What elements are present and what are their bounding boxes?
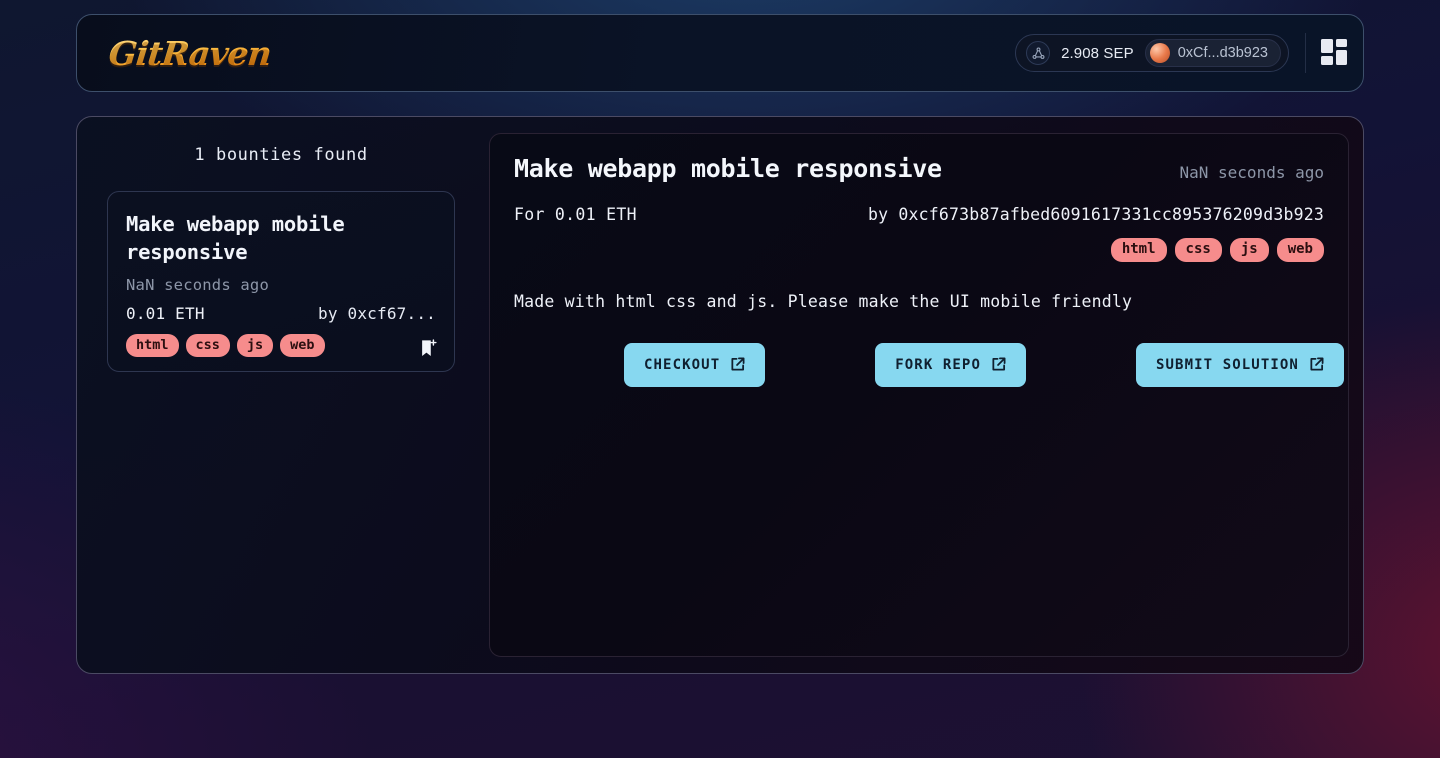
dashboard-grid-icon-button[interactable] xyxy=(1305,33,1348,73)
bounty-card-title: Make webapp mobile responsive xyxy=(126,212,345,265)
detail-sub-row: For 0.01 ETH by 0xcf673b87afbed609161733… xyxy=(514,205,1324,224)
tag-js[interactable]: js xyxy=(1229,238,1269,262)
bounty-card-time: NaN seconds ago xyxy=(126,275,269,294)
detail-description: Made with html css and js. Please make t… xyxy=(514,291,1133,311)
external-link-icon xyxy=(1309,357,1324,372)
bookmark-plus-icon xyxy=(419,339,438,362)
app-logo[interactable]: GitRaven xyxy=(93,34,273,73)
tag-web[interactable]: web xyxy=(280,333,325,357)
detail-action-row: CHECKOUT FORK REPO SUBMIT SOLUTION xyxy=(514,342,1344,387)
detail-price: For 0.01 ETH xyxy=(514,205,637,224)
tag-web[interactable]: web xyxy=(1276,238,1324,262)
checkout-button[interactable]: CHECKOUT xyxy=(624,342,766,387)
app-root: GitRaven 2.908 SEP 0xCf...d3b923 1 bount… xyxy=(0,0,1440,758)
detail-timestamp: NaN seconds ago xyxy=(1179,163,1325,182)
external-link-icon xyxy=(991,357,1006,372)
main-container: 1 bounties found Make webapp mobile resp… xyxy=(76,116,1364,674)
dashboard-grid-icon xyxy=(1320,38,1348,69)
wallet-balance: 2.908 SEP xyxy=(1061,44,1134,62)
wallet-address-text: 0xCf...d3b923 xyxy=(1177,45,1268,61)
bounty-count-label: 1 bounties found xyxy=(194,145,368,165)
submit-solution-button[interactable]: SUBMIT SOLUTION xyxy=(1136,342,1344,387)
app-header: GitRaven 2.908 SEP 0xCf...d3b923 xyxy=(76,14,1364,92)
page-title: Make webapp mobile responsive xyxy=(514,154,942,183)
external-link-icon xyxy=(730,357,745,372)
fork-repo-button[interactable]: FORK REPO xyxy=(875,342,1026,387)
list-item[interactable]: Make webapp mobile responsive NaN second… xyxy=(107,191,455,372)
header-right-cluster: 2.908 SEP 0xCf...d3b923 xyxy=(1015,33,1348,73)
bounty-detail-panel: Make webapp mobile responsive NaN second… xyxy=(489,133,1349,657)
network-nodes-icon xyxy=(1026,41,1051,65)
submit-solution-button-label: SUBMIT SOLUTION xyxy=(1156,356,1299,373)
tag-js[interactable]: js xyxy=(236,333,274,357)
bounty-card-meta: 0.01 ETH by 0xcf67... xyxy=(126,304,436,323)
bounty-card-author: by 0xcf67... xyxy=(318,303,436,323)
bookmark-button[interactable] xyxy=(417,337,440,361)
wallet-pill[interactable]: 2.908 SEP 0xCf...d3b923 xyxy=(1015,34,1289,72)
bounty-card-price: 0.01 ETH xyxy=(126,303,205,323)
tag-html[interactable]: html xyxy=(1110,238,1167,262)
tag-css[interactable]: css xyxy=(185,333,230,357)
tag-css[interactable]: css xyxy=(1174,238,1222,262)
checkout-button-label: CHECKOUT xyxy=(644,356,721,373)
tag-html[interactable]: html xyxy=(126,333,179,357)
fork-repo-button-label: FORK REPO xyxy=(895,356,981,373)
bounty-card-tags: html css js web xyxy=(126,333,436,357)
wallet-address-chip[interactable]: 0xCf...d3b923 xyxy=(1144,39,1281,67)
bounty-list-sidebar: 1 bounties found Make webapp mobile resp… xyxy=(91,133,471,657)
detail-tags: html css js web xyxy=(514,238,1324,262)
avatar xyxy=(1149,43,1170,63)
detail-author-address: by 0xcf673b87afbed6091617331cc895376209d… xyxy=(867,205,1324,224)
detail-header-row: Make webapp mobile responsive NaN second… xyxy=(514,154,1324,183)
